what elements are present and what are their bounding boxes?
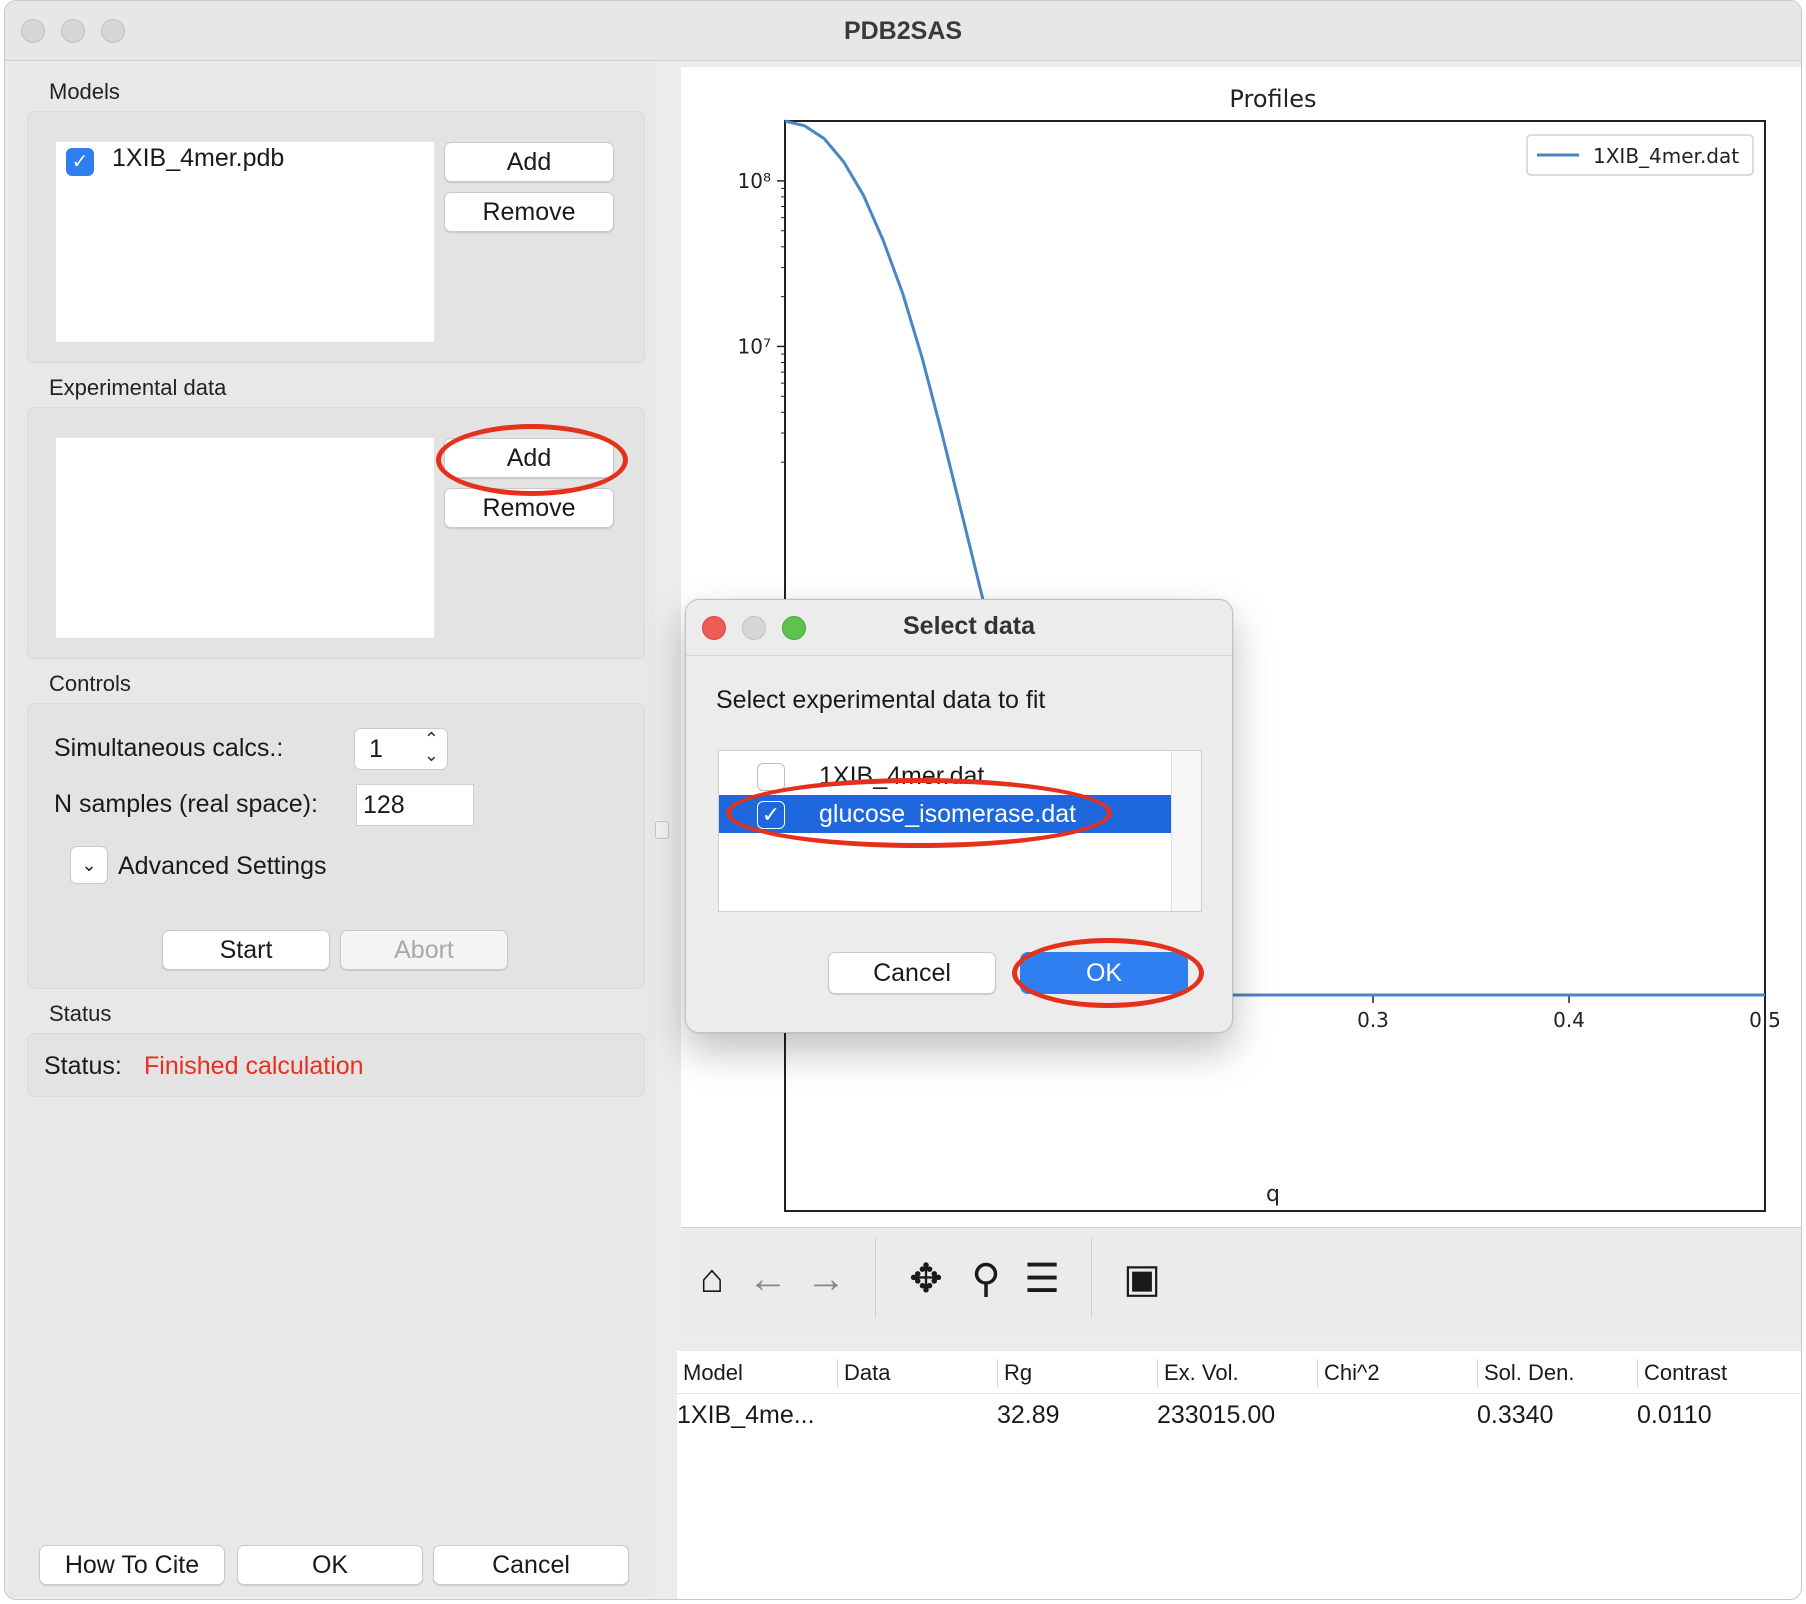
nsamples-input[interactable]: 128: [356, 784, 474, 826]
status-text: Finished calculation: [144, 1052, 364, 1080]
annotation-circle-item: [726, 778, 1112, 848]
experimental-group: Add Remove: [27, 407, 645, 659]
dialog-prompt: Select experimental data to fit: [716, 686, 1046, 714]
plot-toolbar: ⌂ ← → ✥ ⚲ ☰ ▣: [681, 1227, 1801, 1339]
pdb2sas-window: PDB2SAS Models ✓ 1XIB_4mer.pdb Add Remov…: [4, 0, 1802, 1600]
legend-label: 1XIB_4mer.dat: [1593, 144, 1739, 168]
experimental-list[interactable]: [56, 438, 434, 638]
configure-icon[interactable]: ☰: [1017, 1254, 1067, 1304]
select-data-dialog: Select data Select experimental data to …: [685, 599, 1233, 1033]
dialog-title: Select data: [902, 612, 1035, 640]
annotation-circle-ok: [1012, 938, 1204, 1008]
models-add-button[interactable]: Add: [444, 142, 614, 182]
cell-model: 1XIB_4me...: [677, 1401, 815, 1429]
column-header-solden[interactable]: Sol. Den.: [1477, 1359, 1637, 1387]
cancel-button[interactable]: Cancel: [433, 1545, 629, 1585]
y-tick-label: 10⁸: [738, 169, 771, 193]
window-title: PDB2SAS: [843, 17, 963, 45]
x-axis-label: q: [1266, 1182, 1280, 1207]
pan-icon[interactable]: ✥: [901, 1254, 951, 1304]
splitter-handle[interactable]: [655, 821, 669, 839]
cell-rg: 32.89: [997, 1401, 1060, 1429]
advanced-settings-label[interactable]: Advanced Settings: [118, 852, 326, 881]
y-tick-label: 10⁷: [738, 334, 771, 358]
model-item-label: 1XIB_4mer.pdb: [112, 144, 285, 172]
cell-contrast: 0.0110: [1637, 1401, 1712, 1429]
controls-group: Simultaneous calcs.: 1 ⌃ ⌄ N samples (rea…: [27, 703, 645, 989]
dialog-list-scrollbar[interactable]: [1171, 751, 1201, 911]
simultaneous-calcs-value: 1: [369, 735, 383, 763]
simultaneous-calcs-label: Simultaneous calcs.:: [54, 734, 284, 762]
cell-exvol: 233015.00: [1157, 1401, 1276, 1429]
chart-legend: 1XIB_4mer.dat: [1526, 134, 1754, 176]
x-tick-label: 0.3: [1357, 1008, 1389, 1032]
model-checkbox[interactable]: ✓: [66, 148, 94, 176]
results-table: Model Data Rg Ex. Vol. Chi^2 Sol. Den. C…: [677, 1351, 1801, 1599]
ok-button[interactable]: OK: [237, 1545, 423, 1585]
item-checkbox[interactable]: [757, 763, 785, 791]
column-header-exvol[interactable]: Ex. Vol.: [1157, 1359, 1317, 1387]
home-icon[interactable]: ⌂: [687, 1254, 737, 1304]
dialog-cancel-button[interactable]: Cancel: [828, 952, 996, 994]
back-arrow-icon[interactable]: ←: [743, 1254, 793, 1304]
advanced-settings-chevron-icon[interactable]: ⌄: [70, 846, 108, 884]
status-group: Status: Finished calculation: [27, 1033, 645, 1097]
dialog-title-bar: Select data: [686, 600, 1232, 656]
abort-button[interactable]: Abort: [340, 930, 508, 970]
column-header-rg[interactable]: Rg: [997, 1359, 1157, 1387]
nsamples-label: N samples (real space):: [54, 790, 318, 818]
column-header-contrast[interactable]: Contrast: [1637, 1359, 1797, 1387]
experimental-group-label: Experimental data: [49, 375, 227, 400]
column-header-data[interactable]: Data: [837, 1359, 997, 1387]
forward-arrow-icon[interactable]: →: [801, 1254, 851, 1304]
title-bar: PDB2SAS: [5, 1, 1801, 61]
start-button[interactable]: Start: [162, 930, 330, 970]
models-remove-button[interactable]: Remove: [444, 192, 614, 232]
cell-solden: 0.3340: [1477, 1401, 1554, 1429]
chart-title: Profiles: [1229, 85, 1316, 113]
x-tick-label: 0.5: [1749, 1008, 1781, 1032]
simultaneous-calcs-spinbox[interactable]: 1 ⌃ ⌄: [354, 728, 448, 770]
annotation-circle-add: [436, 424, 628, 496]
how-to-cite-button[interactable]: How To Cite: [39, 1545, 225, 1585]
save-icon[interactable]: ▣: [1117, 1254, 1167, 1304]
models-group: ✓ 1XIB_4mer.pdb Add Remove: [27, 111, 645, 363]
status-group-label: Status: [49, 1001, 112, 1026]
controls-group-label: Controls: [49, 671, 131, 696]
status-prefix: Status:: [44, 1052, 122, 1080]
x-tick-label: 0.4: [1553, 1008, 1585, 1032]
stepper-arrows-icon[interactable]: ⌃ ⌄: [424, 730, 439, 764]
column-header-chi2[interactable]: Chi^2: [1317, 1359, 1477, 1387]
zoom-icon[interactable]: ⚲: [961, 1254, 1011, 1304]
column-header-model[interactable]: Model: [677, 1359, 837, 1387]
models-group-label: Models: [49, 79, 120, 104]
models-list[interactable]: ✓ 1XIB_4mer.pdb: [56, 142, 434, 342]
left-panel: Models ✓ 1XIB_4mer.pdb Add Remove Experi…: [9, 63, 655, 1597]
